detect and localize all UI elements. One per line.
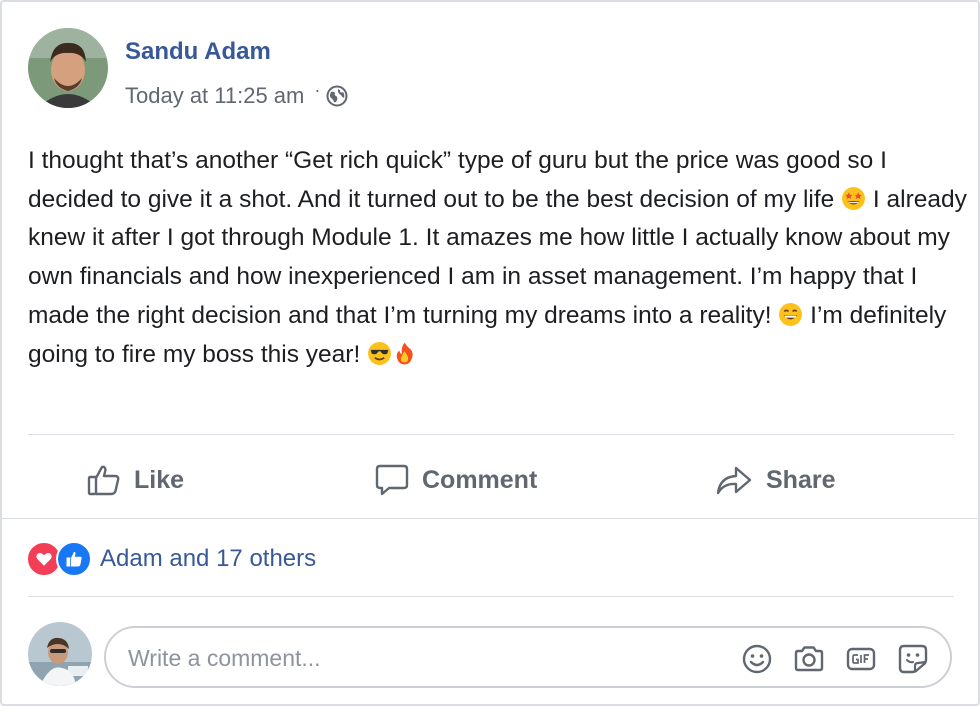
comment-label: Comment xyxy=(422,465,538,494)
fire-emoji xyxy=(396,342,413,364)
like-button[interactable]: Like xyxy=(86,457,184,503)
meta-separator: · xyxy=(314,79,321,100)
share-arrow-icon xyxy=(716,466,752,495)
like-label: Like xyxy=(134,465,185,494)
post-meta: Today at 11:25 am · xyxy=(125,79,348,109)
comment-input[interactable] xyxy=(126,638,710,678)
divider-bottom xyxy=(28,596,954,597)
globe-icon[interactable] xyxy=(326,85,348,107)
grinning-emoji xyxy=(779,302,803,326)
share-button[interactable]: Share xyxy=(714,457,835,503)
comment-input-box[interactable] xyxy=(104,626,952,688)
share-label: Share xyxy=(766,465,836,494)
like-icon xyxy=(56,541,92,577)
commenter-avatar[interactable] xyxy=(28,622,92,686)
emoji-icon[interactable] xyxy=(740,642,774,676)
star-struck-emoji xyxy=(842,186,866,210)
comment-icon xyxy=(375,464,409,496)
post-text-part1: I thought that’s another “Get rich quick… xyxy=(28,147,887,213)
camera-icon[interactable] xyxy=(792,642,826,676)
reactions-label[interactable]: Adam and 17 others xyxy=(100,545,316,573)
author-avatar[interactable] xyxy=(28,28,108,108)
divider-top xyxy=(28,434,954,435)
reactions-summary[interactable]: Adam and 17 others xyxy=(26,541,316,577)
post-card: Sandu Adam Today at 11:25 am · I thought… xyxy=(0,0,980,706)
author-name[interactable]: Sandu Adam xyxy=(125,38,271,66)
post-text: I thought that’s another “Get rich quick… xyxy=(28,142,968,374)
thumbs-up-icon xyxy=(87,465,120,496)
comment-button[interactable]: Comment xyxy=(374,457,537,503)
post-timestamp[interactable]: Today at 11:25 am xyxy=(125,83,304,109)
gif-icon[interactable] xyxy=(844,642,878,676)
divider-full xyxy=(2,518,978,519)
sunglasses-emoji xyxy=(368,341,392,365)
sticker-icon[interactable] xyxy=(896,642,930,676)
